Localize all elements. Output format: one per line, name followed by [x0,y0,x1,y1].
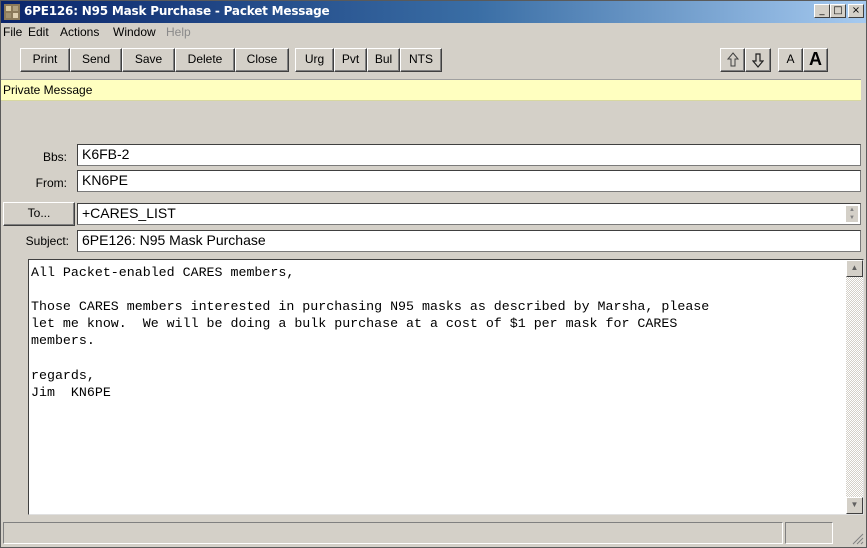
toolbar: Print Send Save Delete Close Urg Pvt Bul… [1,41,866,77]
send-button[interactable]: Send [70,48,122,72]
maximize-button[interactable]: □ [830,4,846,18]
status-pane-main [3,522,783,544]
font-smaller-button[interactable]: A [778,48,803,72]
spinner-down-icon[interactable]: ▼ [846,214,858,222]
packet-message-window: 6PE126: N95 Mask Purchase - Packet Messa… [0,0,867,548]
minimize-button[interactable]: _ [814,4,830,18]
delete-button[interactable]: Delete [175,48,235,72]
private-button[interactable]: Pvt [334,48,367,72]
window-title: 6PE126: N95 Mask Purchase - Packet Messa… [24,4,330,18]
spinner-up-icon[interactable]: ▲ [846,206,858,214]
bbs-label: Bbs: [42,150,67,164]
status-bar [1,519,866,547]
next-message-button[interactable] [745,48,771,72]
menu-actions[interactable]: Actions [60,25,99,39]
from-label: From: [35,176,67,190]
subject-label: Subject: [25,234,69,248]
urgent-button[interactable]: Urg [295,48,334,72]
save-button[interactable]: Save [122,48,175,72]
bbs-field[interactable]: K6FB-2 [77,144,861,166]
font-larger-button[interactable]: A [803,48,828,72]
message-body-text: All Packet-enabled CARES members, Those … [31,265,710,400]
scroll-down-icon[interactable]: ▼ [846,497,863,514]
print-button[interactable]: Print [20,48,70,72]
menu-window[interactable]: Window [113,25,156,39]
subject-field[interactable]: 6PE126: N95 Mask Purchase [77,230,861,252]
arrow-up-icon [726,52,739,67]
message-body[interactable]: All Packet-enabled CARES members, Those … [28,259,864,515]
menu-edit[interactable]: Edit [28,25,49,39]
body-scrollbar[interactable]: ▲ ▼ [846,260,863,514]
message-type-banner: Private Message [1,79,861,101]
previous-message-button[interactable] [720,48,745,72]
close-window-button[interactable]: × [848,4,864,18]
resize-grip-icon[interactable] [852,533,864,545]
menu-help: Help [166,25,191,39]
to-field[interactable]: +CARES_LIST ▲ ▼ [77,203,861,225]
menu-bar: File Edit Actions Window Help [1,23,866,41]
from-field[interactable]: KN6PE [77,170,861,192]
nts-button[interactable]: NTS [400,48,442,72]
message-type-label: Private Message [3,83,93,97]
app-icon [4,4,20,20]
title-bar[interactable]: 6PE126: N95 Mask Purchase - Packet Messa… [1,1,866,23]
close-button[interactable]: Close [235,48,289,72]
to-field-spinner[interactable]: ▲ ▼ [846,206,858,222]
menu-file[interactable]: File [3,25,22,39]
to-button[interactable]: To... [3,202,75,226]
to-field-value: +CARES_LIST [82,205,176,221]
arrow-down-icon [751,53,765,68]
scroll-up-icon[interactable]: ▲ [846,260,863,277]
bulletin-button[interactable]: Bul [367,48,400,72]
status-pane-aux [785,522,833,544]
